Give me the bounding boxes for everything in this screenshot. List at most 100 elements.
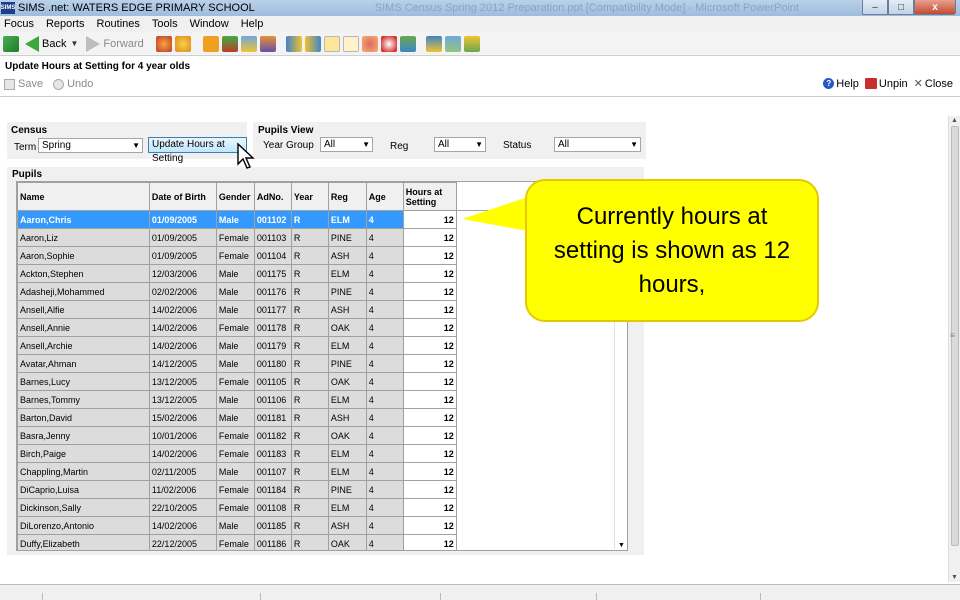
- column-header-year[interactable]: Year: [290, 182, 329, 211]
- graph-icon[interactable]: [399, 35, 416, 52]
- back-arrow-icon[interactable]: [25, 35, 39, 52]
- reg-select[interactable]: All ▼: [434, 137, 486, 152]
- cell-hours[interactable]: 12: [402, 300, 457, 319]
- maximize-button[interactable]: □: [888, 0, 914, 15]
- card-icon[interactable]: [240, 35, 257, 52]
- teacher-icon[interactable]: [259, 35, 276, 52]
- menu-help[interactable]: Help: [241, 18, 264, 30]
- cell-hours[interactable]: 12: [402, 372, 457, 391]
- scroll-up-icon[interactable]: ▲: [951, 117, 958, 124]
- cell-hours[interactable]: 12: [402, 408, 457, 427]
- cell-age: 4: [365, 534, 404, 550]
- table-row[interactable]: Ansell,Annie 14/02/2006 Female 001178 R OAK 4 1…: [17, 318, 627, 337]
- table-row[interactable]: Dickinson,Sally 22/10/2005 Female 001108 R EL…: [17, 498, 627, 517]
- table-row[interactable]: Barton,David 15/02/2006 Male 001181 R ASH 4 12: [17, 408, 627, 427]
- title-bar: SIMS SIMS .net: WATERS EDGE PRIMARY SCHO…: [0, 0, 960, 16]
- page-scrollbar[interactable]: ▲ ≡ ▼: [948, 116, 960, 582]
- undo-button[interactable]: Undo: [67, 78, 93, 90]
- cell-hours[interactable]: 12: [402, 246, 457, 265]
- timetable-icon[interactable]: [304, 35, 321, 52]
- cell-filler: [456, 390, 627, 409]
- back-dropdown-icon[interactable]: ▼: [70, 39, 78, 48]
- back-button[interactable]: Back: [42, 38, 66, 50]
- cell-hours[interactable]: 12: [402, 354, 457, 373]
- cell-name: Barnes,Tommy: [17, 390, 150, 409]
- callout-text: Currently hours at setting is shown as 1…: [553, 202, 791, 298]
- cell-hours[interactable]: 12: [402, 480, 457, 499]
- cell-hours[interactable]: 12: [402, 462, 457, 481]
- update-hours-button[interactable]: Update Hours at Setting: [148, 137, 247, 164]
- cell-year: R: [290, 462, 329, 481]
- table-row[interactable]: Duffy,Elizabeth 22/12/2005 Female 001186 R OA…: [17, 534, 627, 550]
- person-icon[interactable]: [174, 35, 191, 52]
- book-icon[interactable]: [202, 35, 219, 52]
- cell-hours[interactable]: 12: [402, 534, 457, 550]
- cell-gender: Male: [215, 210, 255, 229]
- column-header-name[interactable]: Name: [17, 182, 150, 211]
- table-row[interactable]: Barnes,Lucy 13/12/2005 Female 001105 R OAK 4 12: [17, 372, 627, 391]
- cell-hours[interactable]: 12: [402, 336, 457, 355]
- cell-age: 4: [365, 354, 404, 373]
- cell-hours[interactable]: 12: [402, 444, 457, 463]
- cell-adno: 001185: [253, 516, 292, 535]
- cell-hours[interactable]: 12: [402, 516, 457, 535]
- forward-button[interactable]: Forward: [103, 38, 143, 50]
- report-icon[interactable]: [323, 35, 340, 52]
- close-window-button[interactable]: x: [914, 0, 956, 15]
- forward-arrow-icon[interactable]: [86, 35, 101, 52]
- table-row[interactable]: Avatar,Ahman 14/12/2005 Male 001180 R PINE 4 12: [17, 354, 627, 373]
- table-row[interactable]: Basra,Jenny 10/01/2006 Female 001182 R OAK 4 12: [17, 426, 627, 445]
- table-row[interactable]: Birch,Paige 14/02/2006 Female 001183 R ELM 4 12: [17, 444, 627, 463]
- edit-icon[interactable]: [342, 35, 359, 52]
- cell-hours[interactable]: 12: [402, 228, 457, 247]
- help-button[interactable]: ? Help: [823, 78, 859, 90]
- save-button[interactable]: Save: [18, 78, 43, 90]
- cell-hours[interactable]: 12: [402, 210, 457, 229]
- table-row[interactable]: DiCaprio,Luisa 11/02/2006 Female 001184 R PIN…: [17, 480, 627, 499]
- home-icon[interactable]: [3, 35, 19, 52]
- cell-hours[interactable]: 12: [402, 264, 457, 283]
- column-header-adno[interactable]: AdNo.: [253, 182, 292, 211]
- menu-routines[interactable]: Routines: [97, 18, 140, 30]
- cell-year: R: [290, 318, 329, 337]
- term-select[interactable]: Spring ▼: [38, 138, 143, 153]
- close-page-button[interactable]: ✕ Close: [914, 77, 953, 91]
- cell-hours[interactable]: 12: [402, 498, 457, 517]
- column-header-age[interactable]: Age: [365, 182, 404, 211]
- status-select[interactable]: All ▼: [554, 137, 641, 152]
- annotation-callout: Currently hours at setting is shown as 1…: [525, 179, 819, 322]
- table-row[interactable]: Barnes,Tommy 13/12/2005 Male 001106 R ELM 4 12: [17, 390, 627, 409]
- year-group-select[interactable]: All ▼: [320, 137, 373, 152]
- column-header-dob[interactable]: Date of Birth: [148, 182, 217, 211]
- menu-tools[interactable]: Tools: [152, 18, 178, 30]
- people-icon[interactable]: [155, 35, 172, 52]
- column-header-reg[interactable]: Reg: [327, 182, 367, 211]
- cell-age: 4: [365, 210, 404, 229]
- scroll-down-icon[interactable]: ▼: [951, 574, 958, 581]
- table-row[interactable]: Chappling,Martin 02/11/2005 Male 001107 R ELM…: [17, 462, 627, 481]
- menu-focus[interactable]: Focus: [4, 18, 34, 30]
- register-icon[interactable]: [285, 35, 302, 52]
- group-icon[interactable]: [444, 35, 461, 52]
- folder-icon[interactable]: [463, 35, 480, 52]
- grid-scroll-down-icon[interactable]: ▼: [618, 542, 625, 549]
- clock-icon[interactable]: [380, 35, 397, 52]
- column-header-gender[interactable]: Gender: [215, 182, 255, 211]
- cell-age: 4: [365, 444, 404, 463]
- menu-reports[interactable]: Reports: [46, 18, 85, 30]
- unpin-button[interactable]: Unpin: [864, 78, 908, 90]
- column-header-hours[interactable]: Hours at Setting: [402, 182, 457, 211]
- minimize-button[interactable]: –: [862, 0, 888, 15]
- cell-hours[interactable]: 12: [402, 318, 457, 337]
- table-row[interactable]: Ansell,Archie 14/02/2006 Male 001179 R ELM 4 12: [17, 336, 627, 355]
- cell-hours[interactable]: 12: [402, 390, 457, 409]
- menu-window[interactable]: Window: [190, 18, 229, 30]
- table-row[interactable]: DiLorenzo,Antonio 14/02/2006 Male 001185 R AS…: [17, 516, 627, 535]
- flag-icon[interactable]: [221, 35, 238, 52]
- cell-name: Ansell,Archie: [17, 336, 150, 355]
- cell-hours[interactable]: 12: [402, 426, 457, 445]
- cell-hours[interactable]: 12: [402, 282, 457, 301]
- cell-adno: 001180: [253, 354, 292, 373]
- pupil-icon[interactable]: [361, 35, 378, 52]
- exchange-icon[interactable]: [425, 35, 442, 52]
